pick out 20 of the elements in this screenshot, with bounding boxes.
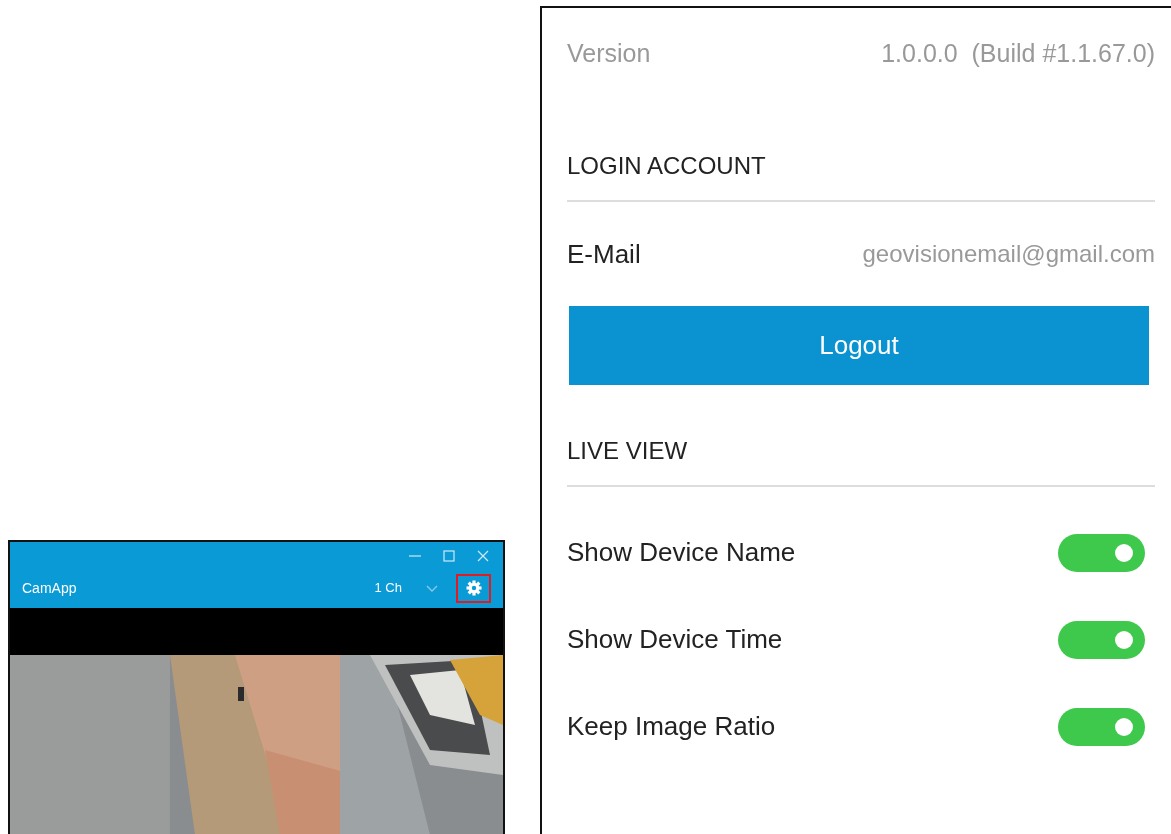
toggle-switch[interactable]: [1058, 533, 1145, 572]
toggle-label: Keep Image Ratio: [567, 710, 776, 743]
field-label: E-Mail: [567, 237, 641, 271]
channel-dropdown[interactable]: 1 Ch: [374, 578, 438, 598]
logout-button[interactable]: Logout: [569, 306, 1149, 385]
section-header: LOGIN ACCOUNT: [567, 100, 1155, 202]
chevron-down-icon: [426, 584, 438, 592]
version-value: 1.0.0.0 (Build #1.1.67.0): [881, 38, 1155, 70]
settings-icon: [465, 580, 482, 596]
maximize-icon[interactable]: [443, 550, 455, 562]
app-title: CamApp: [22, 578, 77, 598]
toggle-switch[interactable]: [1058, 707, 1145, 746]
toggle-label: Show Device Name: [567, 536, 796, 569]
version-label: Version: [567, 38, 651, 70]
settings-button[interactable]: [456, 573, 491, 603]
toggle-label: Show Device Time: [567, 623, 783, 656]
close-icon[interactable]: [477, 550, 489, 562]
section-header: LIVE VIEW: [567, 385, 1155, 487]
field-value: geovisionemail@gmail.com: [862, 239, 1155, 269]
toggle-switch[interactable]: [1058, 620, 1145, 659]
